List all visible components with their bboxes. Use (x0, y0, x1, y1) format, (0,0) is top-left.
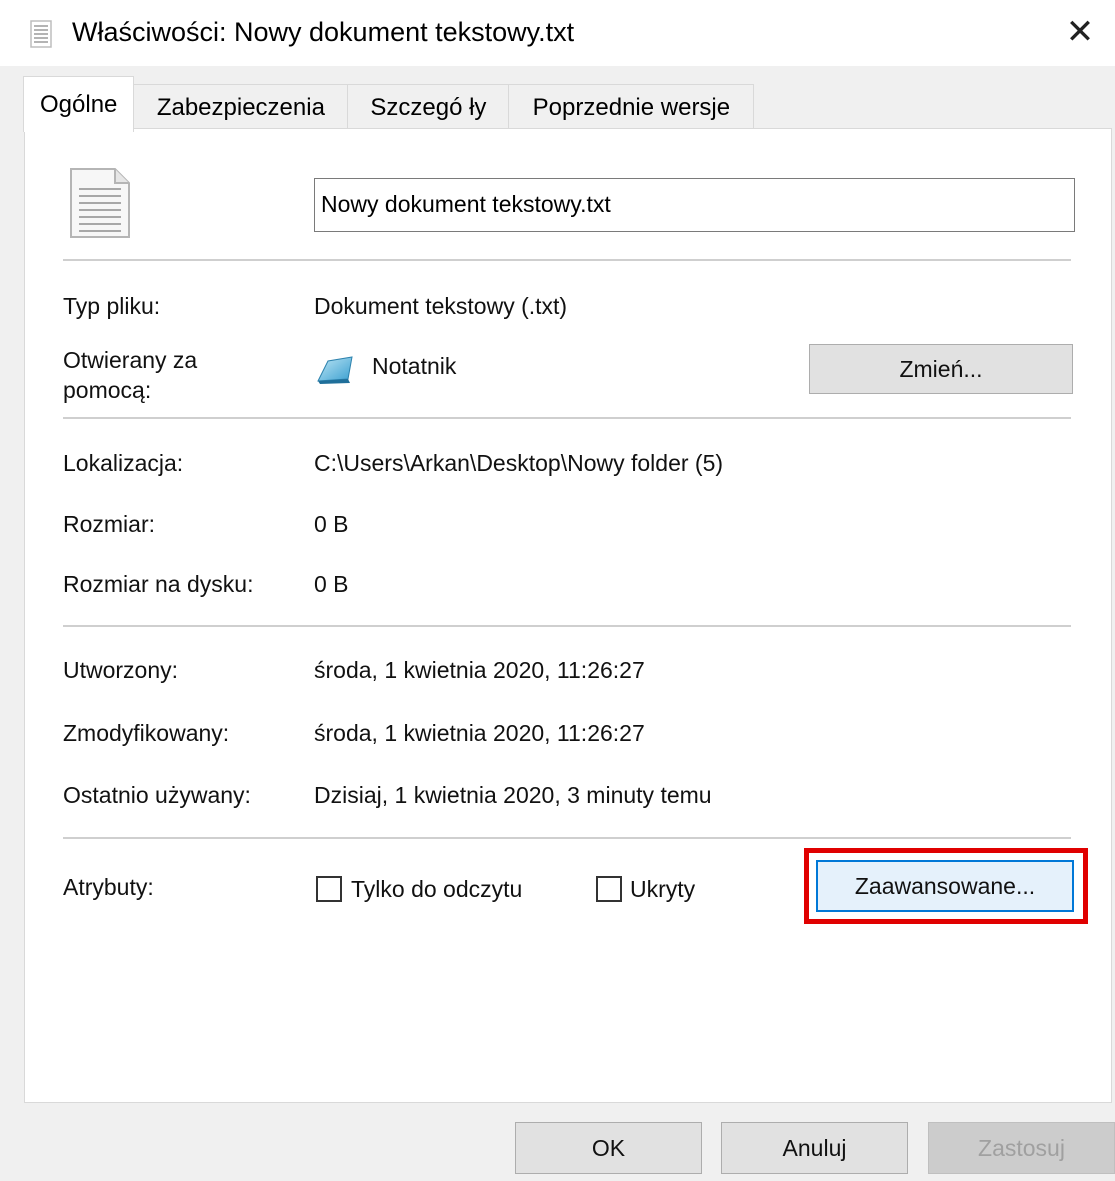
file-type-label: Typ pliku: (63, 293, 161, 319)
properties-window: Właściwości: Nowy dokument tekstowy.txt … (0, 0, 1115, 1181)
close-button[interactable]: ✕ (1045, 0, 1115, 64)
tab-security[interactable]: Zabezpieczenia (133, 84, 349, 130)
file-name-input[interactable]: Nowy dokument tekstowy.txt (314, 178, 1075, 232)
size-label: Rozmiar: (63, 511, 156, 537)
text-document-icon (30, 20, 52, 48)
notepad-icon (317, 356, 353, 384)
location-label: Lokalizacja: (63, 450, 184, 476)
ok-button[interactable]: OK (515, 1122, 702, 1174)
accessed-label: Ostatnio używany: (63, 782, 251, 808)
size-on-disk-value: 0 B (314, 571, 349, 597)
opens-with-label-line1: Otwierany za (63, 347, 198, 373)
separator (63, 259, 1071, 261)
separator (63, 625, 1071, 627)
file-icon (70, 168, 130, 238)
advanced-button-label: Zaawansowane... (854, 872, 1036, 899)
opens-with-label-line2: pomocą: (63, 377, 152, 403)
size-value: 0 B (314, 511, 349, 537)
modified-value: środa, 1 kwietnia 2020, 11:26:27 (314, 720, 645, 746)
tab-strip: Ogólne Zabezpieczenia Szczegó ły Poprzed… (23, 76, 755, 132)
close-icon: ✕ (1065, 13, 1095, 51)
attributes-label: Atrybuty: (63, 874, 154, 900)
title-bar: Właściwości: Nowy dokument tekstowy.txt … (0, 0, 1115, 66)
readonly-checkbox[interactable] (316, 876, 342, 902)
tab-previous-versions[interactable]: Poprzednie wersje (508, 84, 755, 130)
created-value: środa, 1 kwietnia 2020, 11:26:27 (314, 657, 645, 683)
tab-general[interactable]: Ogólne (23, 76, 135, 132)
apply-button[interactable]: Zastosuj (928, 1122, 1115, 1174)
separator (63, 417, 1071, 419)
cancel-button[interactable]: Anuluj (721, 1122, 908, 1174)
opens-with-value: Notatnik (372, 353, 457, 379)
change-button[interactable]: Zmień... (809, 344, 1073, 394)
file-type-value: Dokument tekstowy (.txt) (314, 293, 568, 319)
general-panel: Nowy dokument tekstowy.txt Typ pliku: Do… (24, 128, 1112, 1103)
hidden-label: Ukryty (630, 876, 696, 902)
location-value: C:\Users\Arkan\Desktop\Nowy folder (5) (314, 450, 724, 476)
created-label: Utworzony: (63, 657, 179, 683)
accessed-value: Dzisiaj, 1 kwietnia 2020, 3 minuty temu (314, 782, 712, 808)
modified-label: Zmodyfikowany: (63, 720, 230, 746)
readonly-label: Tylko do odczytu (351, 876, 523, 902)
separator (63, 837, 1071, 839)
tab-details[interactable]: Szczegó ły (347, 84, 510, 130)
window-title: Właściwości: Nowy dokument tekstowy.txt (72, 17, 575, 47)
advanced-button[interactable]: Zaawansowane... (816, 860, 1074, 912)
hidden-checkbox[interactable] (596, 876, 622, 902)
size-on-disk-label: Rozmiar na dysku: (63, 571, 254, 597)
